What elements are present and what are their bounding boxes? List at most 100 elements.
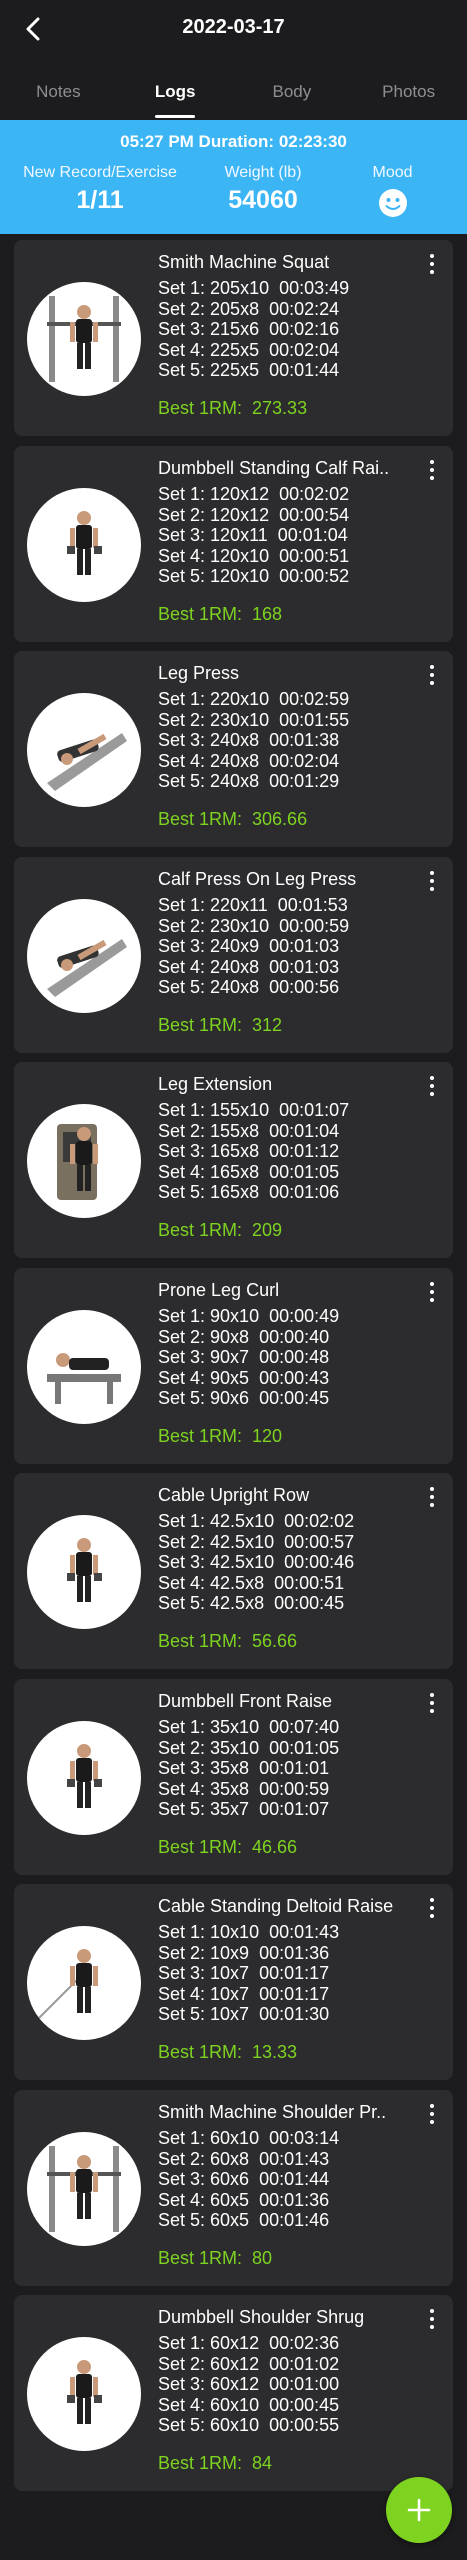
- more-options-icon[interactable]: [425, 1280, 439, 1304]
- set-list: Set 1: 10x10 00:01:43 Set 2: 10x9 00:01:3…: [158, 1922, 339, 2025]
- tab-logs[interactable]: Logs: [117, 68, 234, 120]
- weight-label: Weight (lb): [224, 164, 302, 181]
- set-row: Set 1: 220x11 00:01:53: [158, 895, 348, 915]
- set-row: Set 3: 240x9 00:01:03: [158, 936, 340, 956]
- exercise-image: [27, 282, 141, 396]
- exercise-card[interactable]: Leg Press Set 1: 220x10 00:02:59 Set 2: 23…: [14, 651, 453, 847]
- record-value: 1/11: [76, 186, 124, 214]
- set-row: Set 2: 230x10 00:01:55: [158, 709, 350, 730]
- exercise-name: Smith Machine Shoulder Pr..: [158, 2102, 387, 2122]
- exercise-card[interactable]: Dumbbell Standing Calf Rai.. Set 1: 120x1…: [14, 446, 453, 642]
- set-row: Set 5: 60x10 00:00:55: [158, 2415, 340, 2435]
- set-row: Set 3: 240x8 00:01:38: [158, 730, 340, 750]
- plus-icon: [407, 2498, 431, 2522]
- set-list: Set 1: 60x10 00:03:14 Set 2: 60x8 00:01:4…: [158, 2128, 339, 2231]
- more-options-icon[interactable]: [425, 2102, 439, 2126]
- best-1rm: Best 1RM: 13.33: [158, 2042, 298, 2062]
- tab-photos[interactable]: Photos: [350, 68, 467, 120]
- more-options-icon[interactable]: [425, 1896, 439, 1920]
- exercise-image: [27, 899, 141, 1013]
- set-list: Set 1: 90x10 00:00:49 Set 2: 90x8 00:00:4…: [158, 1306, 339, 1409]
- set-row: Set 2: 35x10 00:01:05: [158, 1737, 340, 1758]
- top-bar: 2022-03-17: [0, 0, 467, 60]
- exercise-image: [27, 488, 141, 602]
- exercise-image: [27, 693, 141, 807]
- exercise-card[interactable]: Calf Press On Leg Press Set 1: 220x11 00:…: [14, 857, 453, 1053]
- set-row: Set 1: 90x10 00:00:49: [158, 1306, 340, 1326]
- add-exercise-button[interactable]: [386, 2477, 452, 2543]
- set-row: Set 4: 35x8 00:00:59: [158, 1778, 330, 1799]
- set-row: Set 5: 120x10 00:00:52: [158, 566, 350, 586]
- set-row: Set 4: 240x8 00:01:03: [158, 956, 340, 977]
- set-row: Set 5: 10x7 00:01:30: [158, 2004, 330, 2024]
- set-row: Set 2: 60x8 00:01:43: [158, 2148, 330, 2169]
- set-list: Set 1: 155x10 00:01:07 Set 2: 155x8 00:01…: [158, 1100, 349, 1203]
- best-1rm: Best 1RM: 84: [158, 2453, 273, 2473]
- set-row: Set 2: 60x12 00:01:02: [158, 2353, 340, 2374]
- set-row: Set 3: 215x6 00:02:16: [158, 319, 340, 339]
- set-row: Set 1: 205x10 00:03:49: [158, 278, 350, 298]
- more-options-icon[interactable]: [425, 869, 439, 893]
- set-row: Set 3: 35x8 00:01:01: [158, 1758, 330, 1778]
- set-row: Set 5: 165x8 00:01:06: [158, 1182, 340, 1202]
- exercise-image: [27, 1104, 141, 1218]
- more-options-icon[interactable]: [425, 458, 439, 482]
- more-options-icon[interactable]: [425, 2307, 439, 2331]
- exercise-card[interactable]: Cable Upright Row Set 1: 42.5x10 00:02:02…: [14, 1473, 453, 1669]
- best-1rm: Best 1RM: 46.66: [158, 1837, 298, 1857]
- more-options-icon[interactable]: [425, 663, 439, 687]
- set-list: Set 1: 120x12 00:02:02 Set 2: 120x12 00:0…: [158, 484, 349, 587]
- record-stat: New Record/Exercise 1/11: [10, 164, 190, 215]
- exercise-name: Smith Machine Squat: [158, 252, 330, 272]
- set-row: Set 2: 155x8 00:01:04: [158, 1120, 340, 1141]
- set-row: Set 4: 60x5 00:01:36: [158, 2189, 330, 2210]
- set-row: Set 1: 42.5x10 00:02:02: [158, 1511, 355, 1531]
- best-1rm: Best 1RM: 209: [158, 1220, 283, 1240]
- set-row: Set 4: 120x10 00:00:51: [158, 545, 350, 566]
- exercise-name: Calf Press On Leg Press: [158, 869, 357, 889]
- set-list: Set 1: 42.5x10 00:02:02 Set 2: 42.5x10 00…: [158, 1511, 354, 1614]
- exercise-card[interactable]: Smith Machine Squat Set 1: 205x10 00:03:4…: [14, 240, 453, 436]
- set-row: Set 4: 60x10 00:00:45: [158, 2394, 340, 2415]
- exercise-card[interactable]: Dumbbell Front Raise Set 1: 35x10 00:07:4…: [14, 1679, 453, 1875]
- set-row: Set 1: 120x12 00:02:02: [158, 484, 350, 504]
- exercise-image: [27, 2132, 141, 2246]
- time-duration: 05:27 PM Duration: 02:23:30: [120, 132, 347, 151]
- set-row: Set 2: 205x8 00:02:24: [158, 298, 340, 319]
- page-title: 2022-03-17: [182, 16, 285, 38]
- set-list: Set 1: 220x10 00:02:59 Set 2: 230x10 00:0…: [158, 689, 349, 792]
- exercise-card[interactable]: Smith Machine Shoulder Pr.. Set 1: 60x10 …: [14, 2090, 453, 2286]
- exercise-name: Dumbbell Front Raise: [158, 1691, 333, 1711]
- set-row: Set 4: 10x7 00:01:17: [158, 1983, 330, 2004]
- exercise-name: Dumbbell Shoulder Shrug: [158, 2307, 365, 2327]
- exercise-image: [27, 1310, 141, 1424]
- mood-stat[interactable]: Mood: [340, 164, 445, 223]
- set-row: Set 3: 42.5x10 00:00:46: [158, 1552, 355, 1572]
- smiley-face-icon[interactable]: [378, 188, 408, 218]
- set-row: Set 1: 60x12 00:02:36: [158, 2333, 340, 2353]
- tab-notes[interactable]: Notes: [0, 68, 117, 120]
- weight-value: 54060: [228, 186, 298, 214]
- set-row: Set 5: 35x7 00:01:07: [158, 1799, 330, 1819]
- more-options-icon[interactable]: [425, 1485, 439, 1509]
- exercise-name: Leg Press: [158, 663, 240, 683]
- set-row: Set 2: 42.5x10 00:00:57: [158, 1531, 355, 1552]
- best-1rm: Best 1RM: 312: [158, 1015, 283, 1035]
- exercise-card[interactable]: Cable Standing Deltoid Raise Set 1: 10x10…: [14, 1884, 453, 2080]
- set-row: Set 5: 90x6 00:00:45: [158, 1388, 330, 1408]
- exercise-card[interactable]: Dumbbell Shoulder Shrug Set 1: 60x12 00:0…: [14, 2295, 453, 2491]
- best-1rm: Best 1RM: 56.66: [158, 1631, 298, 1651]
- set-list: Set 1: 220x11 00:01:53 Set 2: 230x10 00:0…: [158, 895, 349, 998]
- more-options-icon[interactable]: [425, 1691, 439, 1715]
- set-row: Set 2: 230x10 00:00:59: [158, 915, 350, 936]
- more-options-icon[interactable]: [425, 1074, 439, 1098]
- tab-body[interactable]: Body: [234, 68, 351, 120]
- tab-bar: Notes Logs Body Photos: [0, 68, 467, 120]
- exercise-image: [27, 1926, 141, 2040]
- set-row: Set 3: 60x6 00:01:44: [158, 2169, 330, 2189]
- set-row: Set 3: 120x11 00:01:04: [158, 525, 348, 545]
- exercise-card[interactable]: Prone Leg Curl Set 1: 90x10 00:00:49 Set 2…: [14, 1268, 453, 1464]
- more-options-icon[interactable]: [425, 252, 439, 276]
- exercise-card[interactable]: Leg Extension Set 1: 155x10 00:01:07 Set 2…: [14, 1062, 453, 1258]
- exercise-name: Dumbbell Standing Calf Rai..: [158, 458, 390, 478]
